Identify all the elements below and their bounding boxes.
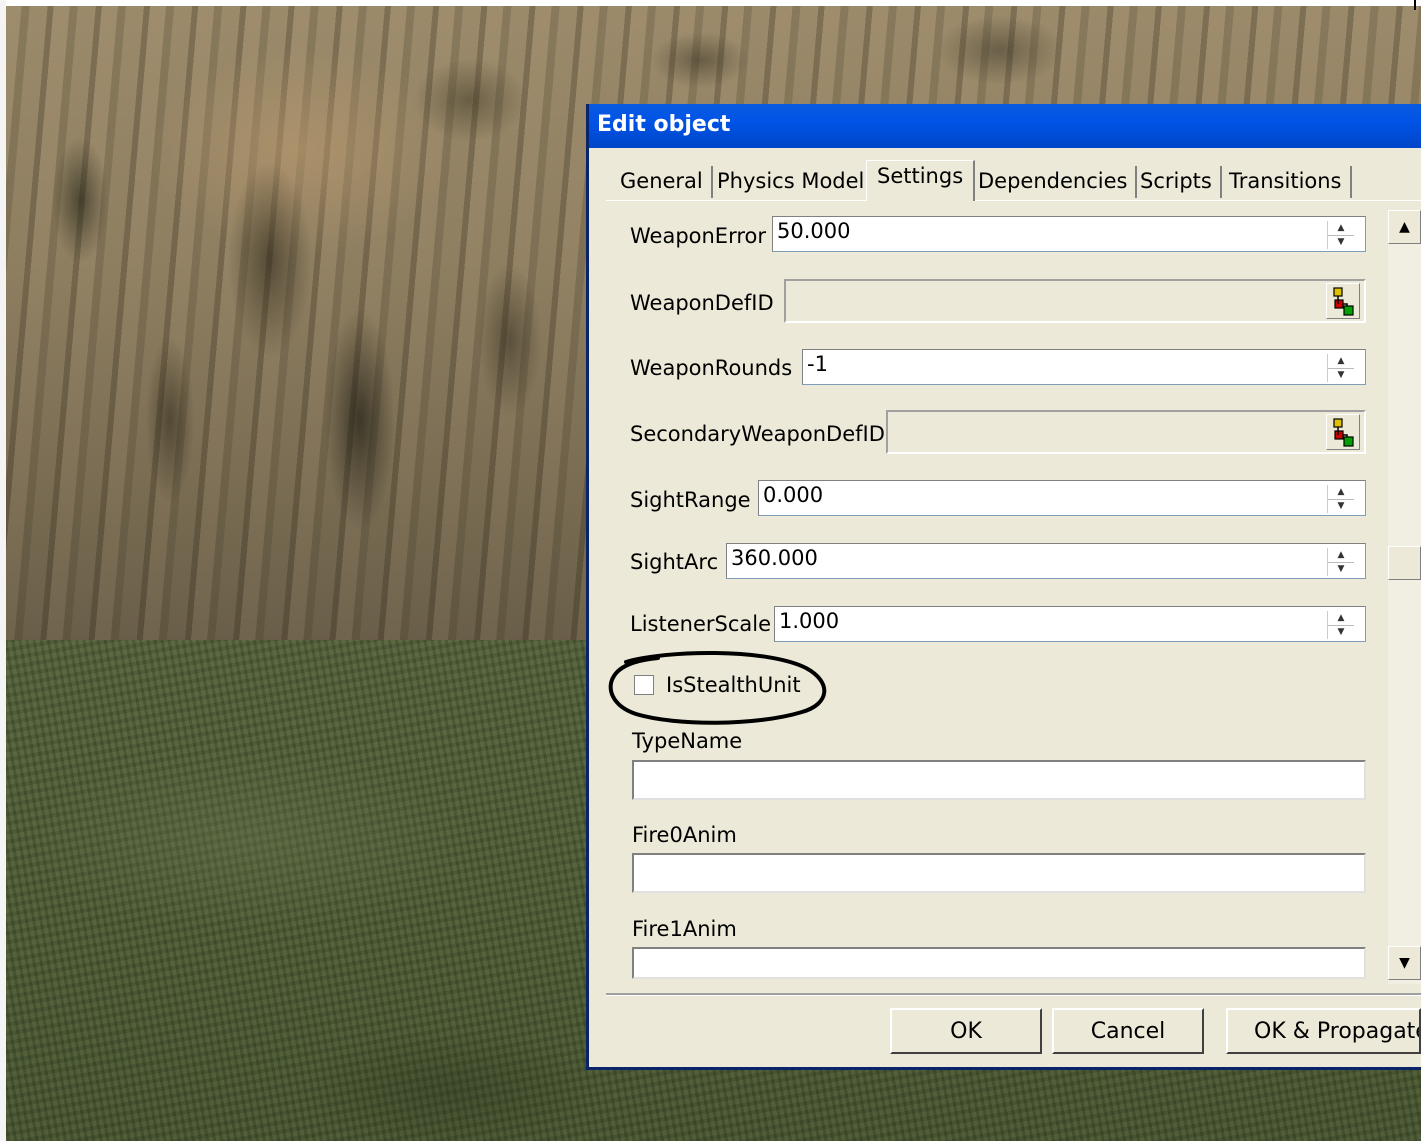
type-name-field[interactable] <box>632 760 1366 800</box>
listener-scale-field[interactable]: 1.000 ▲ ▼ <box>774 606 1366 642</box>
tab-dependencies[interactable]: Dependencies <box>970 166 1138 198</box>
listener-scale-label: ListenerScale <box>630 612 771 636</box>
scroll-thumb[interactable] <box>1388 546 1421 581</box>
corner-mark <box>1414 0 1416 10</box>
button-separator <box>606 993 1421 996</box>
fire0-anim-field[interactable] <box>632 853 1366 893</box>
secondary-weapon-def-id-label: SecondaryWeaponDefID <box>630 422 885 446</box>
spin-up-icon[interactable]: ▲ <box>1328 354 1354 369</box>
ok-button[interactable]: OK <box>890 1008 1042 1054</box>
fire0-anim-label: Fire0Anim <box>632 823 737 847</box>
tab-settings[interactable]: Settings <box>866 160 976 201</box>
weapon-def-id-picker-button[interactable] <box>1326 283 1360 319</box>
tree-picker-icon <box>1333 287 1354 316</box>
secondary-weapon-def-id-picker-button[interactable] <box>1326 414 1360 450</box>
secondary-weapon-def-id-field[interactable] <box>886 410 1366 454</box>
spin-up-icon[interactable]: ▲ <box>1328 611 1354 626</box>
vertical-scrollbar[interactable]: ▲ ▼ <box>1388 210 1421 984</box>
spin-up-icon[interactable]: ▲ <box>1328 548 1354 563</box>
spin-up-icon[interactable]: ▲ <box>1328 485 1354 500</box>
weapon-def-id-label: WeaponDefID <box>630 291 774 315</box>
weapon-rounds-field[interactable]: -1 ▲ ▼ <box>802 349 1366 385</box>
cancel-button[interactable]: Cancel <box>1052 1008 1204 1054</box>
spin-up-icon[interactable]: ▲ <box>1328 221 1354 236</box>
tab-physics-model[interactable]: Physics Model <box>709 166 875 198</box>
sight-range-spinner[interactable]: ▲ ▼ <box>1327 485 1354 513</box>
weapon-error-label: WeaponError <box>630 224 766 248</box>
dialog-title: Edit object <box>597 112 731 137</box>
spin-down-icon[interactable]: ▼ <box>1328 625 1354 639</box>
tab-transitions[interactable]: Transitions <box>1221 166 1352 198</box>
spin-down-icon[interactable]: ▼ <box>1328 562 1354 576</box>
weapon-rounds-value: -1 <box>807 352 828 376</box>
weapon-rounds-label: WeaponRounds <box>630 356 793 380</box>
top-edge <box>0 0 1421 6</box>
type-name-label: TypeName <box>632 729 743 753</box>
fire1-anim-label: Fire1Anim <box>632 917 737 941</box>
fire1-anim-field[interactable] <box>632 947 1366 979</box>
spin-down-icon[interactable]: ▼ <box>1328 499 1354 513</box>
tab-scripts[interactable]: Scripts <box>1132 166 1222 198</box>
scroll-up-arrow-icon[interactable]: ▲ <box>1388 210 1421 244</box>
title-bar[interactable]: Edit object <box>589 104 1421 148</box>
weapon-error-value: 50.000 <box>777 219 851 243</box>
weapon-rounds-spinner[interactable]: ▲ ▼ <box>1327 354 1354 382</box>
tree-picker-icon <box>1333 418 1354 447</box>
tab-divider <box>606 200 1421 201</box>
weapon-error-field[interactable]: 50.000 ▲ ▼ <box>772 216 1366 252</box>
weapon-error-spinner[interactable]: ▲ ▼ <box>1327 221 1354 249</box>
ok-propagate-button[interactable]: OK & Propagate... <box>1226 1008 1421 1054</box>
sight-arc-field[interactable]: 360.000 ▲ ▼ <box>726 543 1366 579</box>
sight-range-value: 0.000 <box>763 483 824 507</box>
hand-drawn-circle-annotation <box>608 651 827 725</box>
left-edge <box>0 0 6 1141</box>
sight-arc-spinner[interactable]: ▲ ▼ <box>1327 548 1354 576</box>
sight-range-field[interactable]: 0.000 ▲ ▼ <box>758 480 1366 516</box>
listener-scale-spinner[interactable]: ▲ ▼ <box>1327 611 1354 639</box>
spin-down-icon[interactable]: ▼ <box>1328 368 1354 382</box>
sight-arc-label: SightArc <box>630 550 719 574</box>
spin-down-icon[interactable]: ▼ <box>1328 235 1354 249</box>
sight-arc-value: 360.000 <box>731 546 818 570</box>
scroll-down-arrow-icon[interactable]: ▼ <box>1388 946 1421 980</box>
weapon-def-id-field[interactable] <box>784 279 1366 323</box>
sight-range-label: SightRange <box>630 488 751 512</box>
listener-scale-value: 1.000 <box>779 609 840 633</box>
tab-general[interactable]: General <box>612 166 713 198</box>
